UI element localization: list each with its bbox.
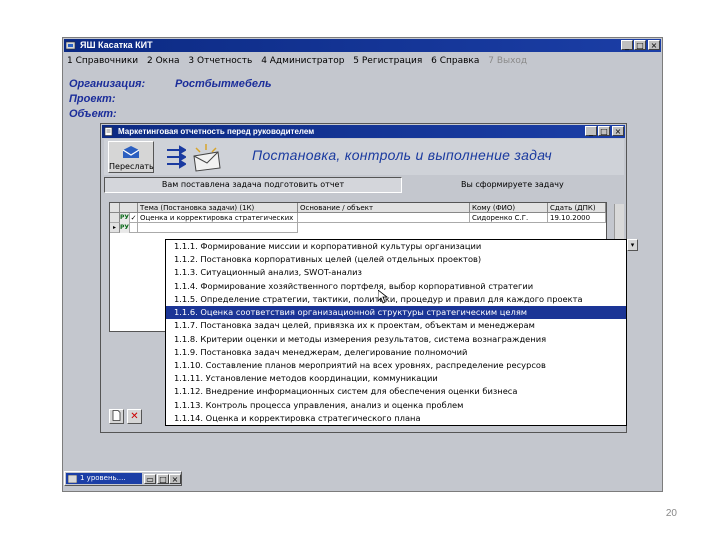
row-tag: РУ — [120, 213, 130, 223]
inner-minimize-button[interactable]: _ — [585, 126, 597, 136]
bottom-toolbar: ✕ — [109, 409, 169, 425]
row-tag: РУ — [120, 223, 130, 233]
dropdown-option[interactable]: 1.1.9. Постановка задач менеджерам, деле… — [166, 346, 626, 359]
inner-close-button[interactable]: × — [612, 126, 624, 136]
new-record-button[interactable] — [109, 409, 124, 424]
col-header-indicator — [110, 203, 120, 213]
menu-item-reports[interactable]: 3 Отчетность — [188, 56, 252, 66]
row-due[interactable]: 19.10.2000 — [548, 213, 606, 223]
object-label: Объект: — [69, 108, 117, 120]
org-label: Организация: — [69, 78, 146, 90]
menu-item-windows[interactable]: 2 Окна — [147, 56, 180, 66]
row-indicator — [110, 213, 120, 223]
task-banner: Переслать Постановка, контроль и выполне… — [104, 139, 624, 175]
dropdown-option[interactable]: 1.1.4. Формирование хозяйственного портф… — [166, 280, 626, 293]
inner-maximize-button[interactable]: □ — [598, 126, 610, 136]
row-indicator: ▸ — [110, 223, 120, 233]
app-title: ЯШ Касатка КИТ — [80, 40, 153, 50]
document-icon — [104, 127, 113, 136]
row-topic[interactable]: Оценка и корректировка стратегических — [138, 213, 298, 223]
dropdown-option[interactable]: 1.1.6. Оценка соответствия организационн… — [166, 306, 626, 320]
row-check[interactable]: ✓ — [130, 213, 138, 223]
inner-titlebar[interactable]: Маркетинговая отчетность перед руководит… — [102, 125, 625, 138]
minimized-maximize-button[interactable]: □ — [157, 474, 169, 484]
app-titlebar[interactable]: ЯШ Касатка КИТ _ □ × — [64, 39, 661, 52]
dropdown-option[interactable]: 1.1.10. Составление планов мероприятий н… — [166, 359, 626, 372]
close-button[interactable]: × — [648, 40, 660, 50]
col-header-flag[interactable] — [120, 203, 138, 213]
page-number: 20 — [665, 508, 677, 519]
col-header-due[interactable]: Сдать (ДПК) — [548, 203, 606, 213]
dropdown-option[interactable]: 1.1.13. Контроль процесса управления, ан… — [166, 399, 626, 412]
app-icon — [66, 41, 76, 50]
menu-item-references[interactable]: 1 Справочники — [67, 56, 138, 66]
row-check[interactable] — [130, 223, 138, 233]
dropdown-option[interactable]: 1.1.5. Определение стратегии, тактики, п… — [166, 293, 626, 306]
menu-item-admin[interactable]: 4 Администратор — [261, 56, 344, 66]
dropdown-arrow-icon[interactable]: ▾ — [627, 239, 638, 251]
assigned-task-label: Вам поставлена задача подготовить отчет — [104, 177, 402, 193]
slide: ЯШ Касатка КИТ _ □ × 1 Справочники 2 Окн… — [0, 0, 720, 540]
minimized-app-icon — [68, 475, 77, 483]
dropdown-option[interactable]: 1.1.11. Установление методов координации… — [166, 372, 626, 385]
minimized-title: 1 уровень.... — [66, 473, 142, 484]
dropdown-option[interactable]: 1.1.7. Постановка задач целей, привязка … — [166, 319, 626, 332]
row-who[interactable]: Сидоренко С.Г. — [470, 213, 548, 223]
mouse-cursor-icon — [378, 290, 388, 304]
menu-item-registration[interactable]: 5 Регистрация — [353, 56, 422, 66]
minimized-close-button[interactable]: × — [169, 474, 181, 484]
dropdown-option[interactable]: 1.1.14. Оценка и корректировка стратегич… — [166, 412, 626, 425]
maximize-button[interactable]: □ — [634, 40, 646, 50]
dropdown-option[interactable]: 1.1.12. Внедрение информационных систем … — [166, 385, 626, 398]
delete-record-button[interactable]: ✕ — [127, 409, 142, 424]
minimize-button[interactable]: _ — [621, 40, 633, 50]
task-topic-dropdown[interactable]: 1.1.1. Формирование миссии и корпоративн… — [165, 239, 627, 426]
menu-item-help[interactable]: 6 Справка — [431, 56, 479, 66]
menu-bar: 1 Справочники 2 Окна 3 Отчетность 4 Адми… — [67, 54, 658, 68]
new-document-icon — [112, 410, 121, 421]
dropdown-option[interactable]: 1.1.1. Формирование миссии и корпоративн… — [166, 240, 626, 253]
minimized-window[interactable]: 1 уровень.... ▭ □ × — [64, 471, 182, 486]
send-label: Переслать — [109, 162, 154, 171]
send-button[interactable]: Переслать — [108, 141, 154, 173]
inner-title: Маркетинговая отчетность перед руководит… — [118, 127, 315, 136]
envelope-icon — [193, 144, 221, 172]
delete-icon: ✕ — [130, 411, 139, 422]
dropdown-option[interactable]: 1.1.3. Ситуационный анализ, SWOT-анализ — [166, 266, 626, 279]
col-header-topic[interactable]: Тема (Постановка задачи) (1К) — [138, 203, 298, 213]
row-topic[interactable] — [138, 223, 298, 233]
arrows-icon — [167, 145, 186, 169]
banner-title: Постановка, контроль и выполнение задач — [252, 147, 552, 163]
project-label: Проект: — [69, 93, 116, 105]
row-basis[interactable] — [298, 213, 470, 223]
dropdown-option[interactable]: 1.1.8. Критерии оценки и методы измерени… — [166, 333, 626, 346]
col-header-who[interactable]: Кому (ФИО) — [470, 203, 548, 213]
menu-item-exit[interactable]: 7 Выход — [488, 56, 527, 66]
create-task-label: Вы сформируете задачу — [461, 180, 564, 189]
mail-icon — [122, 146, 140, 158]
dropdown-option[interactable]: 1.1.2. Постановка корпоративных целей (ц… — [166, 253, 626, 266]
col-header-basis[interactable]: Основание / объект — [298, 203, 470, 213]
org-value: Ростбытмебель — [175, 78, 272, 90]
minimized-restore-button[interactable]: ▭ — [144, 474, 156, 484]
